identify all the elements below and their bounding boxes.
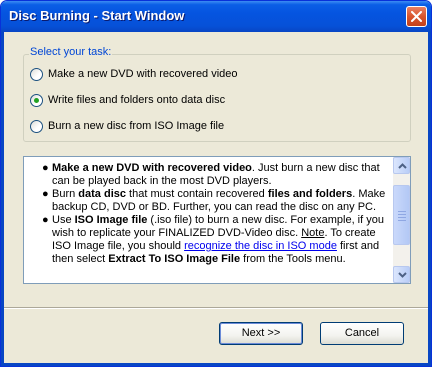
- task-group-label: Select your task:: [29, 46, 113, 58]
- radio-option-new-dvd[interactable]: Make a new DVD with recovered video: [30, 66, 238, 82]
- arrow-down-icon: [398, 272, 407, 278]
- description-text: ● Make a new DVD with recovered video. Ju…: [24, 162, 392, 266]
- radio-button[interactable]: [30, 119, 43, 133]
- radio-selected-dot: [34, 97, 39, 103]
- vertical-scrollbar[interactable]: [393, 157, 410, 283]
- description-bullet-dvd: ● Make a new DVD with recovered video. Ju…: [42, 162, 380, 187]
- note-link[interactable]: Note: [301, 227, 324, 239]
- arrow-up-icon: [398, 163, 407, 169]
- radio-label[interactable]: Make a new DVD with recovered video: [48, 68, 238, 80]
- title-bar[interactable]: Disc Burning - Start Window: [1, 1, 431, 32]
- radio-button[interactable]: [30, 67, 43, 81]
- radio-option-data-disc[interactable]: Write files and folders onto data disc: [30, 92, 225, 108]
- description-box[interactable]: ● Make a new DVD with recovered video. Ju…: [23, 156, 411, 284]
- disc-burning-window: Disc Burning - Start Window Select your …: [0, 0, 432, 367]
- next-button[interactable]: Next >>: [219, 322, 303, 345]
- radio-label[interactable]: Burn a new disc from ISO Image file: [48, 120, 224, 132]
- cancel-button[interactable]: Cancel: [320, 322, 404, 345]
- scroll-down-button[interactable]: [393, 266, 410, 283]
- radio-button-selected[interactable]: [30, 93, 43, 107]
- close-button[interactable]: [406, 6, 427, 27]
- scroll-up-button[interactable]: [393, 157, 410, 174]
- recognize-iso-link[interactable]: recognize the disc in ISO mode: [184, 240, 337, 252]
- description-bullet-iso: ● Use ISO Image file (.iso file) to burn …: [42, 214, 384, 265]
- description-bullet-data: ● Burn data disc that must contain recove…: [42, 188, 386, 213]
- window-title: Disc Burning - Start Window: [9, 8, 185, 23]
- scroll-thumb[interactable]: [393, 185, 410, 245]
- divider: [4, 307, 428, 309]
- close-x-icon: [411, 11, 422, 22]
- radio-label[interactable]: Write files and folders onto data disc: [48, 94, 225, 106]
- radio-option-iso[interactable]: Burn a new disc from ISO Image file: [30, 118, 224, 134]
